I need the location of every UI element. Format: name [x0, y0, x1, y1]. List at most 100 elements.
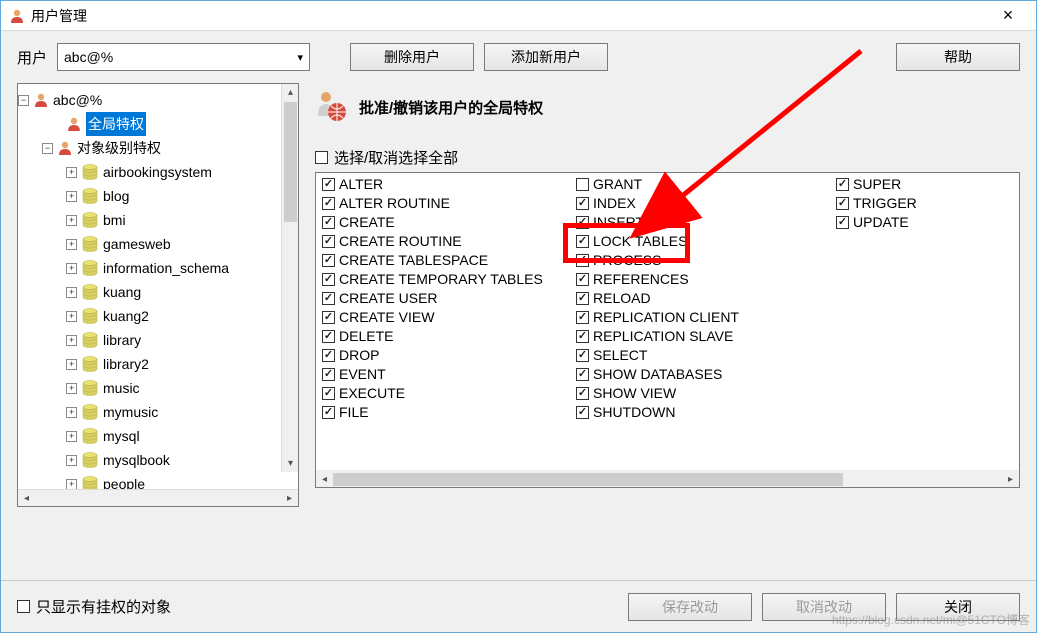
priv-create-view[interactable]: CREATE VIEW	[322, 308, 566, 327]
checkbox[interactable]	[576, 216, 589, 229]
checkbox[interactable]	[322, 254, 335, 267]
priv-insert[interactable]: INSERT	[576, 213, 826, 232]
checkbox[interactable]	[576, 178, 589, 191]
checkbox[interactable]	[576, 197, 589, 210]
priv-trigger[interactable]: TRIGGER	[836, 194, 1013, 213]
priv-shutdown[interactable]: SHUTDOWN	[576, 403, 826, 422]
expander-icon[interactable]: +	[66, 263, 77, 274]
priv-create[interactable]: CREATE	[322, 213, 566, 232]
expander-icon[interactable]: +	[66, 335, 77, 346]
scroll-right-icon[interactable]: ▸	[281, 493, 298, 504]
checkbox[interactable]	[322, 311, 335, 324]
checkbox[interactable]	[322, 273, 335, 286]
checkbox[interactable]	[322, 330, 335, 343]
expander-icon[interactable]: +	[66, 359, 77, 370]
priv-grant[interactable]: GRANT	[576, 175, 826, 194]
priv-show-databases[interactable]: SHOW DATABASES	[576, 365, 826, 384]
checkbox[interactable]	[836, 178, 849, 191]
priv-create-tablespace[interactable]: CREATE TABLESPACE	[322, 251, 566, 270]
priv-delete[interactable]: DELETE	[322, 327, 566, 346]
tree-db-bmi[interactable]: +bmi	[18, 208, 298, 232]
expander-icon[interactable]: +	[66, 455, 77, 466]
tree-db-information_schema[interactable]: +information_schema	[18, 256, 298, 280]
tree-db-airbookingsystem[interactable]: +airbookingsystem	[18, 160, 298, 184]
only-priv-checkbox[interactable]	[17, 600, 30, 613]
expander-icon[interactable]: −	[42, 143, 53, 154]
tree-hscrollbar[interactable]: ◂ ▸	[18, 489, 298, 506]
tree-db-mysql[interactable]: +mysql	[18, 424, 298, 448]
checkbox[interactable]	[576, 235, 589, 248]
scroll-thumb[interactable]	[284, 102, 297, 222]
checkbox[interactable]	[322, 406, 335, 419]
delete-user-button[interactable]: 删除用户	[350, 43, 474, 71]
checkbox[interactable]	[576, 406, 589, 419]
checkbox[interactable]	[836, 197, 849, 210]
tree-db-gamesweb[interactable]: +gamesweb	[18, 232, 298, 256]
priv-create-user[interactable]: CREATE USER	[322, 289, 566, 308]
tree-db-library[interactable]: +library	[18, 328, 298, 352]
checkbox[interactable]	[576, 387, 589, 400]
checkbox[interactable]	[322, 178, 335, 191]
checkbox[interactable]	[322, 349, 335, 362]
expander-icon[interactable]: +	[66, 167, 77, 178]
priv-create-temporary-tables[interactable]: CREATE TEMPORARY TABLES	[322, 270, 566, 289]
expander-icon[interactable]: +	[66, 479, 77, 490]
window-close-button[interactable]: ×	[988, 5, 1028, 26]
priv-show-view[interactable]: SHOW VIEW	[576, 384, 826, 403]
tree-vscrollbar[interactable]: ▴ ▾	[281, 84, 298, 472]
priv-references[interactable]: REFERENCES	[576, 270, 826, 289]
priv-drop[interactable]: DROP	[322, 346, 566, 365]
scroll-left-icon[interactable]: ◂	[316, 474, 333, 485]
scroll-up-icon[interactable]: ▴	[282, 84, 298, 101]
checkbox[interactable]	[576, 330, 589, 343]
checkbox[interactable]	[576, 311, 589, 324]
tree-db-music[interactable]: +music	[18, 376, 298, 400]
priv-alter-routine[interactable]: ALTER ROUTINE	[322, 194, 566, 213]
user-select[interactable]: abc@% ▾	[57, 43, 310, 71]
tree-db-mysqlbook[interactable]: +mysqlbook	[18, 448, 298, 472]
checkbox[interactable]	[322, 387, 335, 400]
expander-icon[interactable]: +	[66, 407, 77, 418]
expander-icon[interactable]: +	[66, 239, 77, 250]
help-button[interactable]: 帮助	[896, 43, 1020, 71]
checkbox[interactable]	[322, 197, 335, 210]
checkbox[interactable]	[576, 273, 589, 286]
tree-db-kuang2[interactable]: +kuang2	[18, 304, 298, 328]
priv-select[interactable]: SELECT	[576, 346, 826, 365]
tree-object-priv[interactable]: −对象级别特权	[18, 136, 298, 160]
priv-process[interactable]: PROCESS	[576, 251, 826, 270]
scroll-left-icon[interactable]: ◂	[18, 493, 35, 504]
priv-hscrollbar[interactable]: ◂ ▸	[316, 470, 1019, 487]
priv-execute[interactable]: EXECUTE	[322, 384, 566, 403]
checkbox[interactable]	[576, 368, 589, 381]
tree-db-library2[interactable]: +library2	[18, 352, 298, 376]
expander-icon[interactable]: +	[66, 191, 77, 202]
scroll-down-icon[interactable]: ▾	[282, 455, 298, 472]
tree-db-people[interactable]: +people	[18, 472, 298, 489]
checkbox[interactable]	[576, 254, 589, 267]
tree-db-kuang[interactable]: +kuang	[18, 280, 298, 304]
priv-lock-tables[interactable]: LOCK TABLES	[576, 232, 826, 251]
expander-icon[interactable]: +	[66, 311, 77, 322]
priv-reload[interactable]: RELOAD	[576, 289, 826, 308]
priv-create-routine[interactable]: CREATE ROUTINE	[322, 232, 566, 251]
select-all-checkbox[interactable]	[315, 151, 328, 164]
priv-file[interactable]: FILE	[322, 403, 566, 422]
expander-icon[interactable]: +	[66, 287, 77, 298]
checkbox[interactable]	[576, 349, 589, 362]
checkbox[interactable]	[576, 292, 589, 305]
add-user-button[interactable]: 添加新用户	[484, 43, 608, 71]
priv-update[interactable]: UPDATE	[836, 213, 1013, 232]
scroll-right-icon[interactable]: ▸	[1002, 474, 1019, 485]
tree-user-root[interactable]: −abc@%	[18, 88, 298, 112]
priv-alter[interactable]: ALTER	[322, 175, 566, 194]
scroll-thumb[interactable]	[333, 473, 843, 486]
tree-global-priv[interactable]: 全局特权	[18, 112, 298, 136]
checkbox[interactable]	[836, 216, 849, 229]
checkbox[interactable]	[322, 368, 335, 381]
priv-index[interactable]: INDEX	[576, 194, 826, 213]
expander-icon[interactable]: +	[66, 215, 77, 226]
expander-icon[interactable]: +	[66, 431, 77, 442]
priv-super[interactable]: SUPER	[836, 175, 1013, 194]
priv-event[interactable]: EVENT	[322, 365, 566, 384]
